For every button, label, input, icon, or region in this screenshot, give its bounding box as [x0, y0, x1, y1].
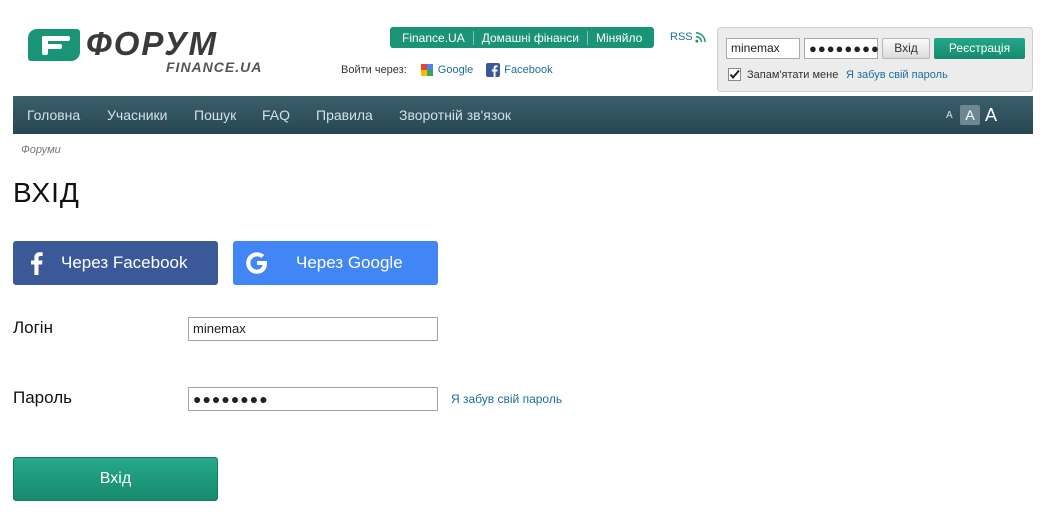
header-login-input[interactable]: minemax	[726, 38, 800, 59]
nav-item-home[interactable]: Головна	[27, 96, 80, 134]
header-forgot-password-link[interactable]: Я забув свій пароль	[846, 69, 948, 81]
rss-label: RSS	[670, 31, 693, 43]
password-input[interactable]: ●●●●●●●●	[188, 387, 438, 411]
page-title: ВХІД	[13, 177, 80, 208]
facebook-login-label: Через Facebook	[61, 253, 188, 272]
login-via-label: Войти через:	[341, 64, 407, 76]
login-via-google-label: Google	[437, 64, 474, 76]
remember-me-checkbox[interactable]: Запам'ятати мене	[728, 68, 838, 81]
facebook-login-button[interactable]: Через Facebook	[13, 241, 218, 285]
main-nav: Головна Учасники Пошук FAQ Правила Зворо…	[13, 96, 1033, 134]
google-login-button[interactable]: Через Google	[233, 241, 438, 285]
login-label: Логін	[13, 318, 53, 337]
logo-word: ФОРУМ	[86, 25, 219, 62]
header-password-input[interactable]: ●●●●●●●●	[804, 38, 879, 59]
google-login-label: Через Google	[296, 253, 403, 272]
top-link-finance[interactable]: Finance.UA	[394, 31, 473, 45]
font-size-large[interactable]: A	[985, 96, 997, 134]
checkmark-icon	[728, 68, 741, 81]
login-via-facebook[interactable]: Facebook	[486, 63, 553, 77]
rss-link[interactable]: RSS	[670, 31, 706, 43]
google-g-icon	[246, 252, 267, 274]
nav-item-rules[interactable]: Правила	[316, 96, 373, 134]
nav-item-faq[interactable]: FAQ	[262, 96, 290, 134]
top-link-home-finance[interactable]: Домашні фінанси	[472, 30, 587, 45]
nav-item-members[interactable]: Учасники	[107, 96, 167, 134]
password-label: Пароль	[13, 388, 72, 407]
logo-f-icon	[28, 29, 80, 61]
nav-item-feedback[interactable]: Зворотній зв'язок	[399, 96, 511, 134]
top-link-minyailo[interactable]: Міняйло	[587, 30, 650, 45]
facebook-f-icon	[31, 252, 43, 275]
login-via-facebook-label: Facebook	[504, 64, 553, 76]
header-login-button[interactable]: Вхід	[882, 38, 930, 59]
login-via: Войти через: Google Facebook	[341, 63, 553, 77]
nav-item-search[interactable]: Пошук	[194, 96, 236, 134]
remember-me-label: Запам'ятати мене	[747, 68, 839, 81]
facebook-icon	[486, 63, 501, 77]
breadcrumb[interactable]: Форуми	[21, 144, 61, 156]
rss-icon	[694, 31, 706, 43]
header-login-box: minemax ●●●●●●●● Вхід Реєстрація Запам'я…	[717, 27, 1033, 92]
google-icon	[420, 64, 433, 76]
font-size-small[interactable]: A	[946, 96, 953, 134]
login-input[interactable]: minemax	[188, 317, 438, 341]
top-links-bar: Finance.UA Домашні фінанси Міняйло	[390, 27, 655, 48]
login-submit-button[interactable]: Вхід	[13, 457, 218, 501]
site-logo[interactable]: ФОРУМ FINANCE.UA	[28, 26, 278, 76]
login-via-google[interactable]: Google	[420, 63, 473, 77]
logo-subtitle: FINANCE.UA	[166, 59, 263, 75]
header-register-button[interactable]: Реєстрація	[934, 38, 1025, 59]
font-size-medium[interactable]: A	[960, 105, 980, 125]
forgot-password-link[interactable]: Я забув свій пароль	[451, 392, 562, 406]
